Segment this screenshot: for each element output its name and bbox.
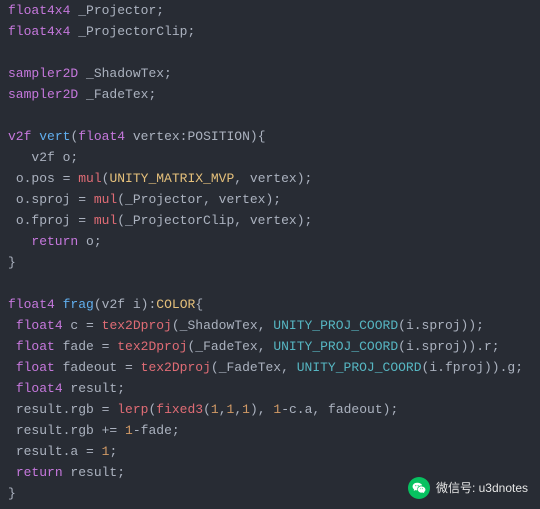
- code-line: float4x4 _Projector;: [8, 0, 532, 21]
- code-line: v2f o;: [8, 147, 532, 168]
- watermark: 微信号: u3dnotes: [408, 477, 528, 499]
- code-line: float fadeout = tex2Dproj(_FadeTex, UNIT…: [8, 357, 532, 378]
- code-line: sampler2D _FadeTex;: [8, 84, 532, 105]
- code-line: float4x4 _ProjectorClip;: [8, 21, 532, 42]
- wechat-icon: [408, 477, 430, 499]
- code-line: result.rgb += 1-fade;: [8, 420, 532, 441]
- code-line: o.sproj = mul(_Projector, vertex);: [8, 189, 532, 210]
- code-block: float4x4 _Projector; float4x4 _Projector…: [0, 0, 540, 504]
- watermark-text: 微信号: u3dnotes: [436, 478, 528, 499]
- blank-line: [8, 105, 532, 126]
- type-keyword: float4x4: [8, 3, 70, 18]
- identifier: _FadeTex: [86, 87, 148, 102]
- keyword: return: [31, 234, 78, 249]
- code-line: float fade = tex2Dproj(_FadeTex, UNITY_P…: [8, 336, 532, 357]
- function-signature: float4 frag(v2f i):COLOR{: [8, 294, 532, 315]
- code-line: float4 result;: [8, 378, 532, 399]
- constant: UNITY_MATRIX_MVP: [109, 171, 234, 186]
- type-keyword: sampler2D: [8, 66, 78, 81]
- function-name: vert: [39, 129, 70, 144]
- type-keyword: sampler2D: [8, 87, 78, 102]
- identifier: _ShadowTex: [86, 66, 164, 81]
- code-line: result.rgb = lerp(fixed3(1,1,1), 1-c.a, …: [8, 399, 532, 420]
- code-line: sampler2D _ShadowTex;: [8, 63, 532, 84]
- function-signature: v2f vert(float4 vertex:POSITION){: [8, 126, 532, 147]
- code-line: float4 c = tex2Dproj(_ShadowTex, UNITY_P…: [8, 315, 532, 336]
- code-line: o.fproj = mul(_ProjectorClip, vertex);: [8, 210, 532, 231]
- blank-line: [8, 42, 532, 63]
- function-name: frag: [63, 297, 94, 312]
- function-call: mul: [94, 192, 117, 207]
- code-line: o.pos = mul(UNITY_MATRIX_MVP, vertex);: [8, 168, 532, 189]
- function-call: mul: [94, 213, 117, 228]
- function-call: mul: [78, 171, 101, 186]
- code-line: result.a = 1;: [8, 441, 532, 462]
- code-line: }: [8, 252, 532, 273]
- identifier: _Projector: [78, 3, 156, 18]
- blank-line: [8, 273, 532, 294]
- type-keyword: float4x4: [8, 24, 70, 39]
- identifier: _ProjectorClip: [78, 24, 187, 39]
- code-line: return o;: [8, 231, 532, 252]
